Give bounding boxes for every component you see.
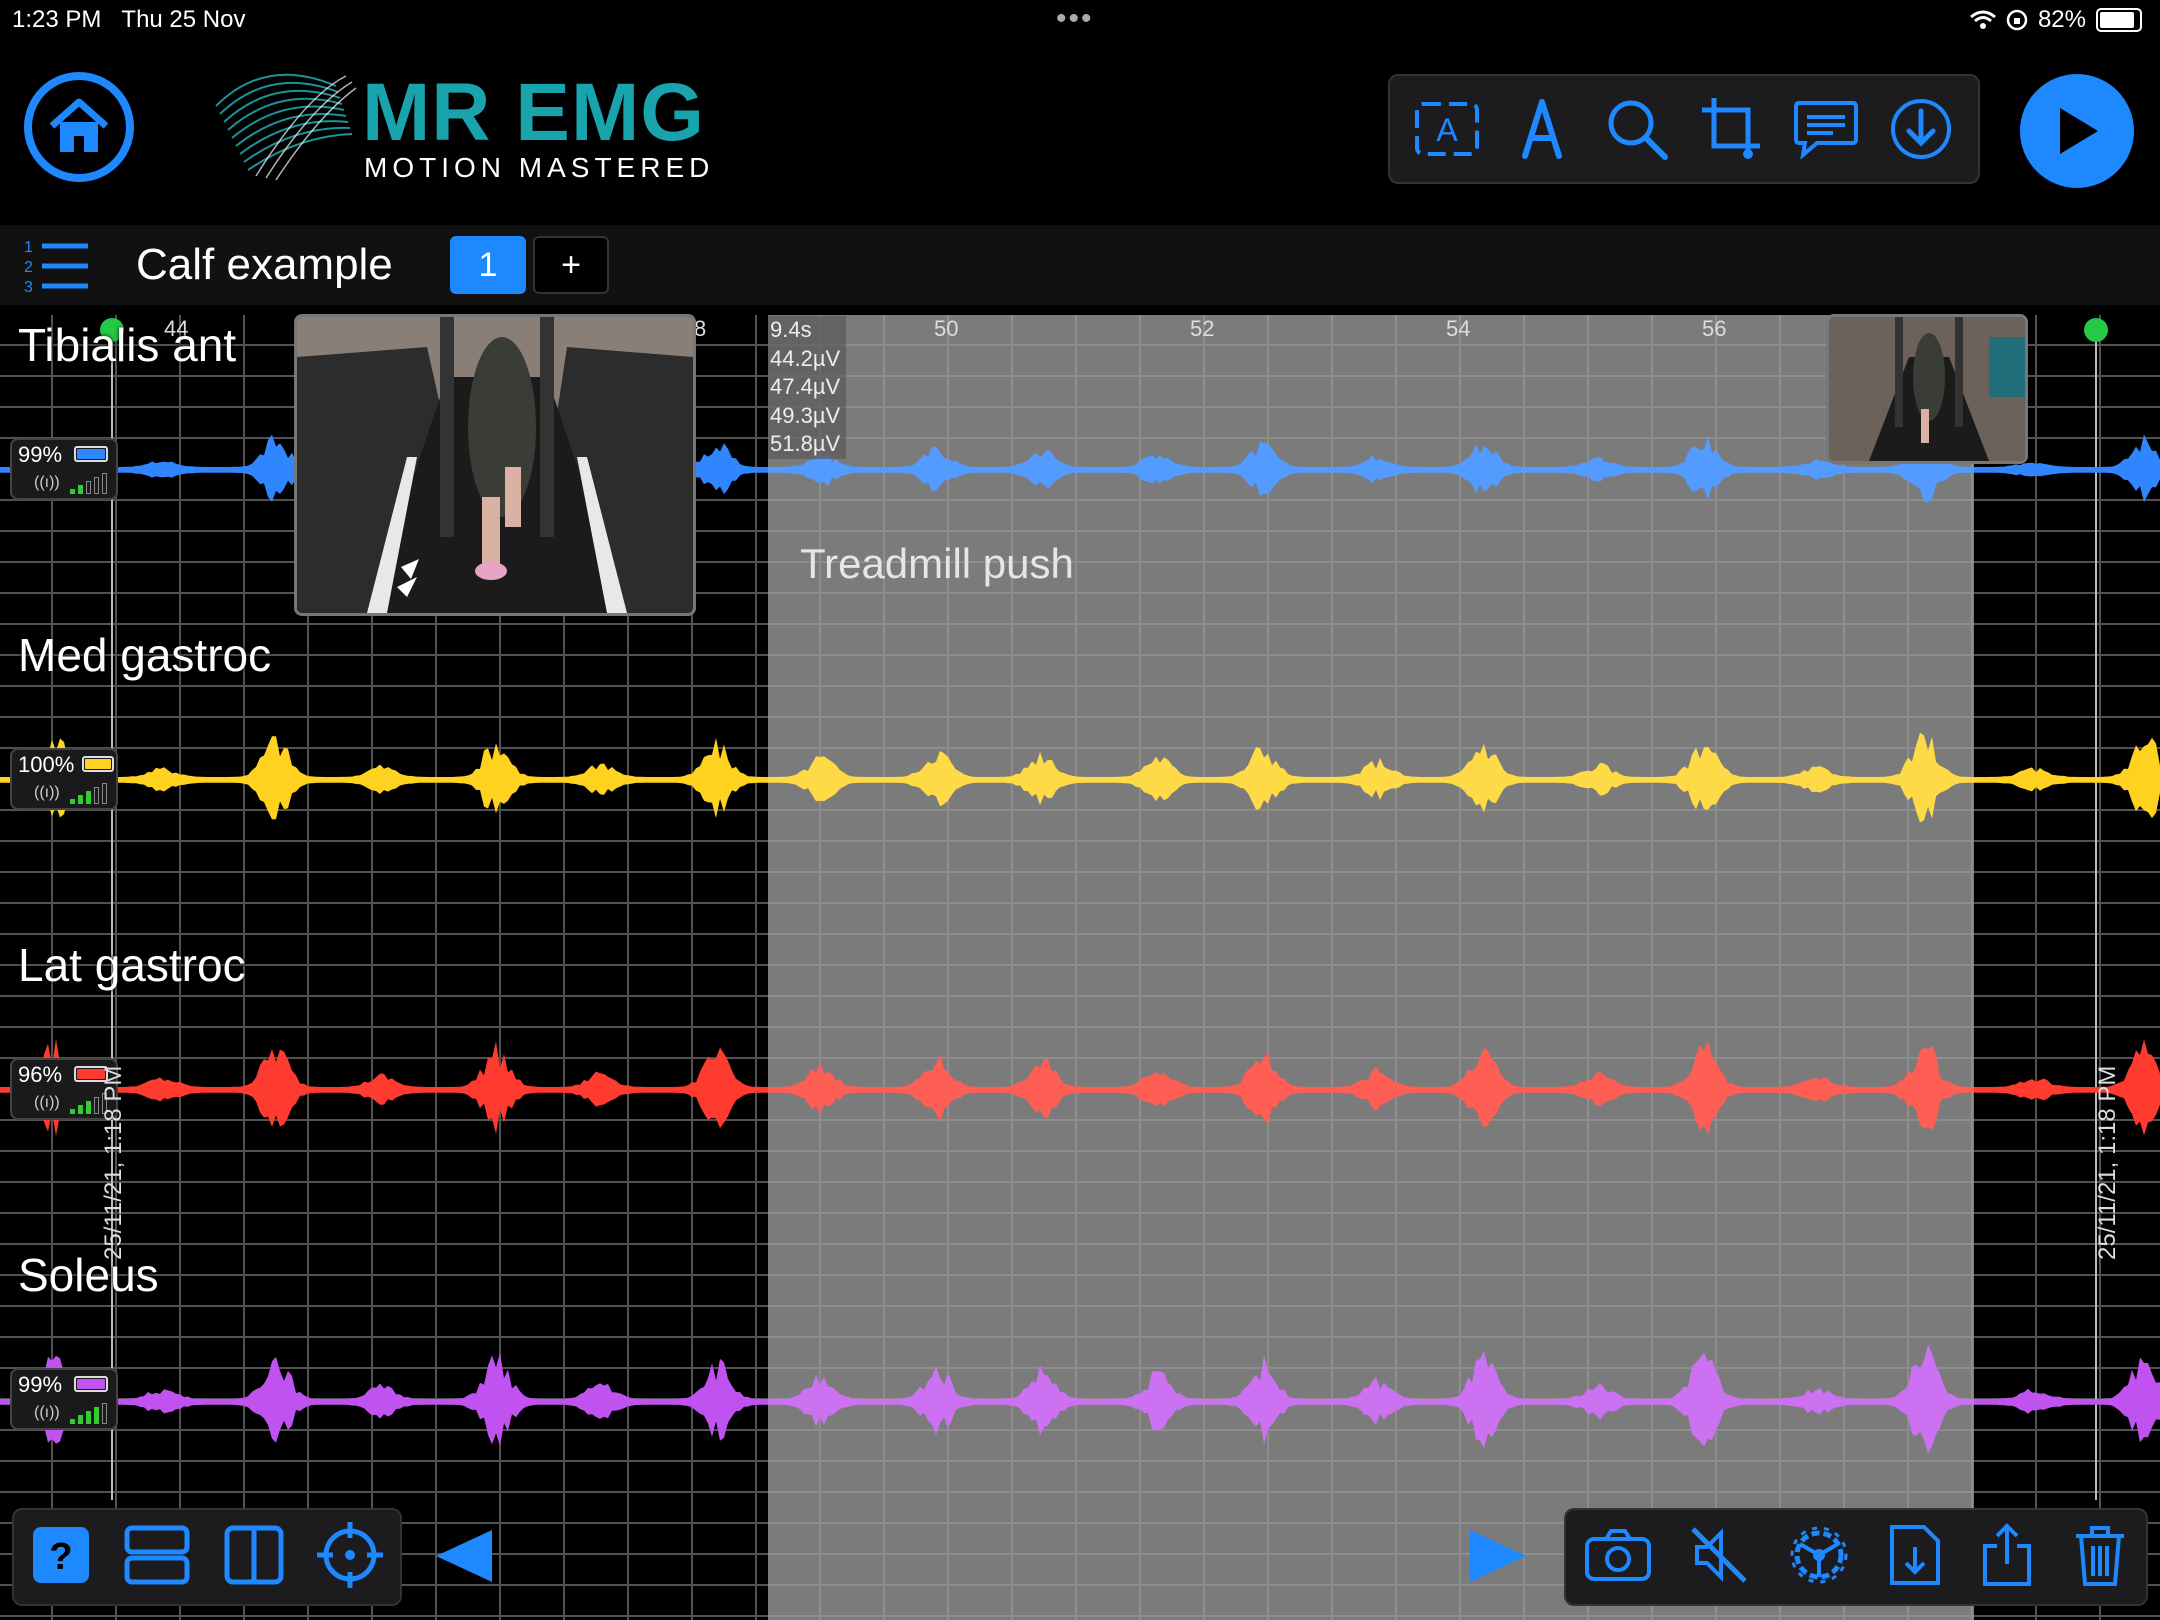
svg-text:A: A (1437, 112, 1459, 148)
signal-icon: ((ı)) (34, 784, 60, 801)
channel-label-tibialis-ant[interactable]: Tibialis ant (18, 318, 236, 372)
session-title[interactable]: Calf example (136, 240, 393, 290)
svg-text:1: 1 (24, 239, 33, 256)
readout-duration: 9.4s (770, 317, 812, 342)
svg-text:?: ? (49, 1536, 72, 1578)
svg-text:3: 3 (24, 279, 33, 294)
selection-highlight (768, 315, 1974, 1620)
battery-icon (74, 1376, 108, 1392)
sensor-battery-percent: 99% (18, 442, 63, 467)
mute-icon[interactable] (1689, 1525, 1749, 1590)
tick-label: 52 (1190, 316, 1215, 341)
comment-icon[interactable] (1791, 94, 1861, 164)
text-annotation-icon[interactable]: A (1412, 94, 1482, 164)
readout-value: 49.3µV (770, 402, 841, 428)
tick-label: 56 (1702, 316, 1727, 341)
signal-strength-icon (70, 472, 107, 494)
top-toolbar: A (1388, 74, 1980, 184)
readout-value: 44.2µV (770, 345, 841, 371)
video-thumbnail-small[interactable] (1826, 314, 2028, 464)
sensor-status-badge[interactable]: 99% ((ı)) (10, 438, 118, 500)
battery-percent: 82% (2037, 6, 2086, 33)
split-horizontal-icon[interactable] (124, 1525, 190, 1590)
status-time: 1:23 PM (12, 6, 102, 33)
signal-icon: ((ı)) (34, 474, 60, 491)
selection-readout: 9.4s 44.2µV 47.4µV 49.3µV 51.8µV (768, 316, 847, 459)
battery-icon (74, 446, 108, 462)
play-button[interactable] (2020, 74, 2134, 188)
split-vertical-icon[interactable] (224, 1525, 284, 1590)
end-timestamp: 25/11/21, 1:18 PM (2094, 1065, 2121, 1260)
download-icon[interactable] (1886, 94, 1956, 164)
wifi-icon (1969, 10, 1996, 29)
treadmill-video-frame (297, 317, 693, 613)
battery-icon (82, 756, 114, 772)
sensor-battery-percent: 99% (18, 1372, 63, 1397)
home-icon (49, 98, 109, 152)
sensor-status-badge[interactable]: 100% ((ı)) (10, 748, 118, 810)
share-icon[interactable] (1979, 1522, 2035, 1593)
import-file-icon[interactable] (1888, 1523, 1942, 1592)
pen-icon[interactable] (1507, 94, 1577, 164)
previous-icon (436, 1530, 492, 1582)
channel-label-med-gastroc[interactable]: Med gastroc (18, 628, 271, 682)
tick-label: 54 (1446, 316, 1471, 341)
crosshair-icon[interactable] (317, 1521, 384, 1593)
bottom-left-toolbar: ? (12, 1508, 402, 1606)
play-icon (2060, 108, 2098, 154)
brand-title: MR EMG (362, 67, 706, 158)
start-timestamp: 25/11/21, 1:18 PM (100, 1065, 127, 1260)
session-tab-1[interactable]: 1 (450, 236, 526, 294)
sensor-battery-percent: 100% (18, 752, 75, 777)
signal-strength-icon (70, 782, 107, 804)
signal-icon: ((ı)) (34, 1404, 60, 1421)
status-right: 82% (1969, 6, 2142, 34)
tick-label: 50 (934, 316, 959, 341)
readout-value: 51.8µV (770, 431, 841, 456)
signal-icon: ((ı)) (34, 1094, 60, 1111)
channel-label-lat-gastroc[interactable]: Lat gastroc (18, 938, 246, 992)
sensor-battery-percent: 96% (18, 1062, 63, 1087)
orientation-lock-icon (2006, 9, 2028, 31)
treadmill-video-frame-small (1829, 317, 2025, 461)
video-thumbnail-large[interactable] (294, 314, 696, 616)
battery-icon (2096, 8, 2142, 32)
channel-label-soleus[interactable]: Soleus (18, 1248, 159, 1302)
home-button[interactable] (24, 72, 134, 182)
svg-text:2: 2 (24, 259, 33, 276)
status-time-date: 1:23 PM Thu 25 Nov (12, 6, 245, 34)
crop-icon[interactable] (1696, 94, 1766, 164)
next-icon (1470, 1530, 1526, 1582)
search-icon[interactable] (1602, 94, 1672, 164)
camera-icon[interactable] (1584, 1527, 1652, 1588)
numbered-list-icon[interactable]: 1 2 3 (22, 236, 90, 296)
brand-subtitle: MOTION MASTERED (364, 152, 715, 183)
settings-icon[interactable] (1786, 1522, 1852, 1593)
bottom-right-toolbar (1564, 1508, 2148, 1606)
next-button[interactable] (1466, 1526, 1530, 1591)
trash-icon[interactable] (2072, 1522, 2128, 1593)
status-bar: 1:23 PM Thu 25 Nov ••• 82% (0, 0, 2160, 40)
annotation-label[interactable]: Treadmill push (800, 540, 1074, 588)
signal-strength-icon (70, 1402, 107, 1424)
add-tab-button[interactable]: + (533, 236, 609, 294)
multitasking-dots-icon[interactable]: ••• (1056, 2, 1094, 36)
readout-value: 47.4µV (770, 374, 841, 399)
previous-button[interactable] (432, 1526, 496, 1591)
sensor-status-badge[interactable]: 99% ((ı)) (10, 1368, 118, 1430)
help-icon[interactable]: ? (31, 1525, 91, 1590)
end-marker-handle (2084, 318, 2108, 342)
status-date: Thu 25 Nov (121, 6, 246, 33)
